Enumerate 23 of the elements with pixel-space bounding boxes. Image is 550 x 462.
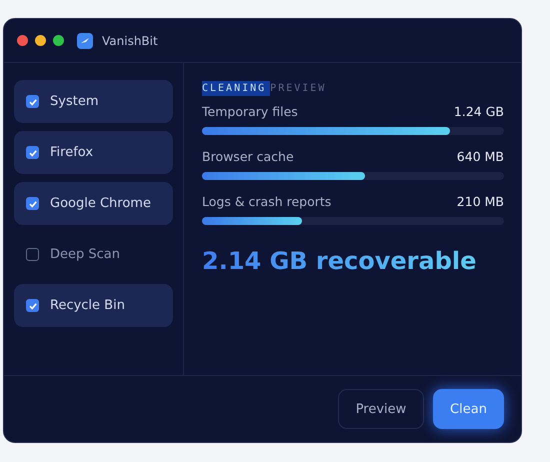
- minimize-icon[interactable]: [35, 35, 46, 46]
- category-label: Browser cache: [202, 149, 294, 164]
- checkbox[interactable]: [26, 299, 39, 312]
- category-label: Logs & crash reports: [202, 194, 332, 209]
- sidebar-item[interactable]: System: [14, 80, 173, 123]
- close-icon[interactable]: [17, 35, 28, 46]
- app-logo-icon: [77, 32, 93, 48]
- window-title: VanishBit: [102, 34, 158, 48]
- preview-button[interactable]: Preview: [338, 389, 424, 429]
- checkbox[interactable]: [26, 197, 39, 210]
- size-value: 1.24 GB: [454, 104, 504, 119]
- size-value: 210 MB: [456, 194, 504, 209]
- zoom-icon[interactable]: [53, 35, 64, 46]
- sidebar-item[interactable]: Firefox: [14, 131, 173, 174]
- category-label: Temporary files: [202, 104, 298, 119]
- size-value: 640 MB: [456, 149, 504, 164]
- sidebar-item[interactable]: Google Chrome: [14, 182, 173, 225]
- section-heading: CLEANING: [202, 81, 270, 96]
- checkbox[interactable]: [26, 146, 39, 159]
- sidebar-item[interactable]: Recycle Bin: [14, 284, 173, 327]
- section-heading: PREVIEW: [270, 82, 326, 96]
- checkbox[interactable]: [26, 248, 39, 261]
- checkbox[interactable]: [26, 95, 39, 108]
